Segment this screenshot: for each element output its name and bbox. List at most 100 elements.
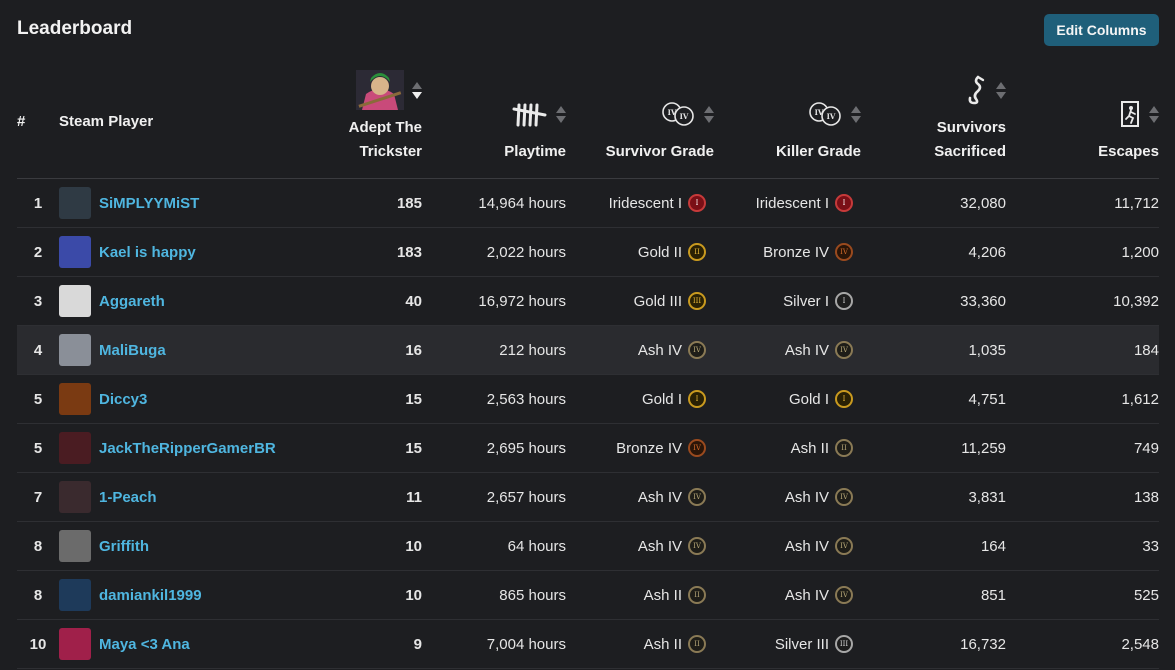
player-cell: SiMPLYYMiST bbox=[59, 178, 289, 228]
player-name-link[interactable]: JackTheRipperGamerBR bbox=[99, 440, 276, 457]
adept-cell: 183 bbox=[289, 227, 422, 277]
rank-cell: 8 bbox=[17, 521, 59, 571]
player-cell: Maya <3 Ana bbox=[59, 619, 289, 669]
sort-desc-icon[interactable] bbox=[556, 115, 566, 123]
column-header-playtime[interactable]: Playtime bbox=[422, 64, 566, 179]
column-header-rank: # bbox=[17, 64, 59, 179]
survivor-grade-cell: Gold II II bbox=[566, 227, 714, 277]
svg-text:IV: IV bbox=[827, 112, 836, 121]
table-row[interactable]: 1 SiMPLYYMiST 185 14,964 hours Iridescen… bbox=[17, 178, 1159, 228]
sort-desc-icon[interactable] bbox=[1149, 115, 1159, 123]
avatar[interactable] bbox=[59, 187, 91, 219]
table-row[interactable]: 3 Aggareth 40 16,972 hours Gold III III … bbox=[17, 276, 1159, 326]
playtime-cell: 7,004 hours bbox=[422, 619, 566, 669]
sacrificed-cell: 16,732 bbox=[861, 619, 1006, 669]
sort-asc-icon[interactable] bbox=[556, 105, 566, 113]
sort-asc-icon[interactable] bbox=[996, 81, 1006, 89]
sort-asc-icon[interactable] bbox=[412, 81, 422, 89]
sort-desc-icon[interactable] bbox=[996, 91, 1006, 99]
escapes-cell: 1,612 bbox=[1006, 374, 1159, 424]
player-name-link[interactable]: MaliBuga bbox=[99, 342, 166, 359]
sort-control[interactable] bbox=[851, 105, 861, 123]
killer-grade-badge-icon: IV bbox=[835, 586, 853, 604]
survivor-grade-cell: Iridescent I I bbox=[566, 178, 714, 228]
table-row[interactable]: 2 Kael is happy 183 2,022 hours Gold II … bbox=[17, 227, 1159, 277]
survivor-grade-label: Ash II bbox=[643, 586, 682, 604]
player-cell: damiankil1999 bbox=[59, 570, 289, 620]
killer-grade-label: Ash IV bbox=[784, 488, 829, 506]
sort-control[interactable] bbox=[1149, 105, 1159, 123]
column-header-player[interactable]: Steam Player bbox=[59, 64, 289, 179]
survivor-grade-cell: Gold III III bbox=[566, 276, 714, 326]
table-row[interactable]: 8 Griffith 10 64 hours Ash IV IV Ash IV … bbox=[17, 521, 1159, 571]
table-row[interactable]: 5 Diccy3 15 2,563 hours Gold I I Gold I … bbox=[17, 374, 1159, 424]
survivor-grade-label: Gold I bbox=[641, 390, 682, 408]
killer-grade-cell: Gold I I bbox=[714, 374, 861, 424]
killer-grade-cell: Iridescent I I bbox=[714, 178, 861, 228]
adept-cell: 40 bbox=[289, 276, 422, 326]
player-name-link[interactable]: Aggareth bbox=[99, 293, 165, 310]
sort-desc-icon[interactable] bbox=[412, 91, 422, 99]
survivor-grade-cell: Ash IV IV bbox=[566, 521, 714, 571]
killer-grade-badge-icon: IV bbox=[835, 243, 853, 261]
sort-desc-icon[interactable] bbox=[704, 115, 714, 123]
survivor-grade-badge-icon: IV bbox=[688, 439, 706, 457]
table-row[interactable]: 4 MaliBuga 16 212 hours Ash IV IV Ash IV… bbox=[17, 325, 1159, 375]
table-row[interactable]: 8 damiankil1999 10 865 hours Ash II II A… bbox=[17, 570, 1159, 620]
player-name-link[interactable]: Griffith bbox=[99, 538, 149, 555]
column-header-killer-grade[interactable]: IV IV Killer Grade bbox=[714, 64, 861, 179]
sort-control[interactable] bbox=[996, 81, 1006, 99]
sort-control[interactable] bbox=[704, 105, 714, 123]
sort-asc-icon[interactable] bbox=[704, 105, 714, 113]
adept-cell: 185 bbox=[289, 178, 422, 228]
rank-cell: 7 bbox=[17, 472, 59, 522]
avatar[interactable] bbox=[59, 628, 91, 660]
player-name-link[interactable]: Kael is happy bbox=[99, 244, 196, 261]
column-header-adept[interactable]: Adept The Trickster bbox=[289, 64, 422, 179]
avatar[interactable] bbox=[59, 579, 91, 611]
survivor-grade-label: Gold III bbox=[633, 292, 682, 310]
player-name-link[interactable]: Maya <3 Ana bbox=[99, 636, 190, 653]
killer-grade-label: Ash IV bbox=[784, 341, 829, 359]
avatar[interactable] bbox=[59, 530, 91, 562]
edit-columns-button[interactable]: Edit Columns bbox=[1044, 14, 1159, 46]
column-header-survivor-grade[interactable]: IV IV Survivor Grade bbox=[566, 64, 714, 179]
avatar[interactable] bbox=[59, 383, 91, 415]
killer-grade-label: Gold I bbox=[788, 390, 829, 408]
avatar[interactable] bbox=[59, 481, 91, 513]
avatar[interactable] bbox=[59, 285, 91, 317]
survivor-grade-badge-icon: II bbox=[688, 243, 706, 261]
killer-grade-cell: Ash IV IV bbox=[714, 570, 861, 620]
table-row[interactable]: 7 1-Peach 11 2,657 hours Ash IV IV Ash I… bbox=[17, 472, 1159, 522]
avatar[interactable] bbox=[59, 236, 91, 268]
trickster-portrait-icon bbox=[356, 70, 404, 110]
sort-desc-icon[interactable] bbox=[851, 115, 861, 123]
player-name-link[interactable]: SiMPLYYMiST bbox=[99, 195, 199, 212]
hook-icon bbox=[968, 75, 985, 105]
escapes-cell: 138 bbox=[1006, 472, 1159, 522]
survivor-grade-badge-icon: IV bbox=[688, 537, 706, 555]
rank-cell: 4 bbox=[17, 325, 59, 375]
player-name-link[interactable]: damiankil1999 bbox=[99, 587, 202, 604]
table-row[interactable]: 10 Maya <3 Ana 9 7,004 hours Ash II II S… bbox=[17, 619, 1159, 669]
leaderboard-rows: 1 SiMPLYYMiST 185 14,964 hours Iridescen… bbox=[17, 178, 1159, 669]
avatar[interactable] bbox=[59, 334, 91, 366]
playtime-cell: 212 hours bbox=[422, 325, 566, 375]
sort-control[interactable] bbox=[556, 105, 566, 123]
escapes-cell: 2,548 bbox=[1006, 619, 1159, 669]
table-row[interactable]: 5 JackTheRipperGamerBR 15 2,695 hours Br… bbox=[17, 423, 1159, 473]
sort-control[interactable] bbox=[412, 81, 422, 99]
sort-asc-icon[interactable] bbox=[1149, 105, 1159, 113]
playtime-cell: 16,972 hours bbox=[422, 276, 566, 326]
column-header-sacrificed[interactable]: Survivors Sacrificed bbox=[861, 64, 1006, 179]
sacrificed-cell: 164 bbox=[861, 521, 1006, 571]
avatar[interactable] bbox=[59, 432, 91, 464]
player-name-link[interactable]: 1-Peach bbox=[99, 489, 157, 506]
sacrificed-cell: 11,259 bbox=[861, 423, 1006, 473]
survivor-grade-label: Ash II bbox=[643, 635, 682, 653]
column-header-escapes[interactable]: Escapes bbox=[1006, 64, 1159, 179]
survivor-grade-cell: Bronze IV IV bbox=[566, 423, 714, 473]
player-name-link[interactable]: Diccy3 bbox=[99, 391, 147, 408]
survivor-grade-label: Gold II bbox=[637, 243, 682, 261]
sort-asc-icon[interactable] bbox=[851, 105, 861, 113]
